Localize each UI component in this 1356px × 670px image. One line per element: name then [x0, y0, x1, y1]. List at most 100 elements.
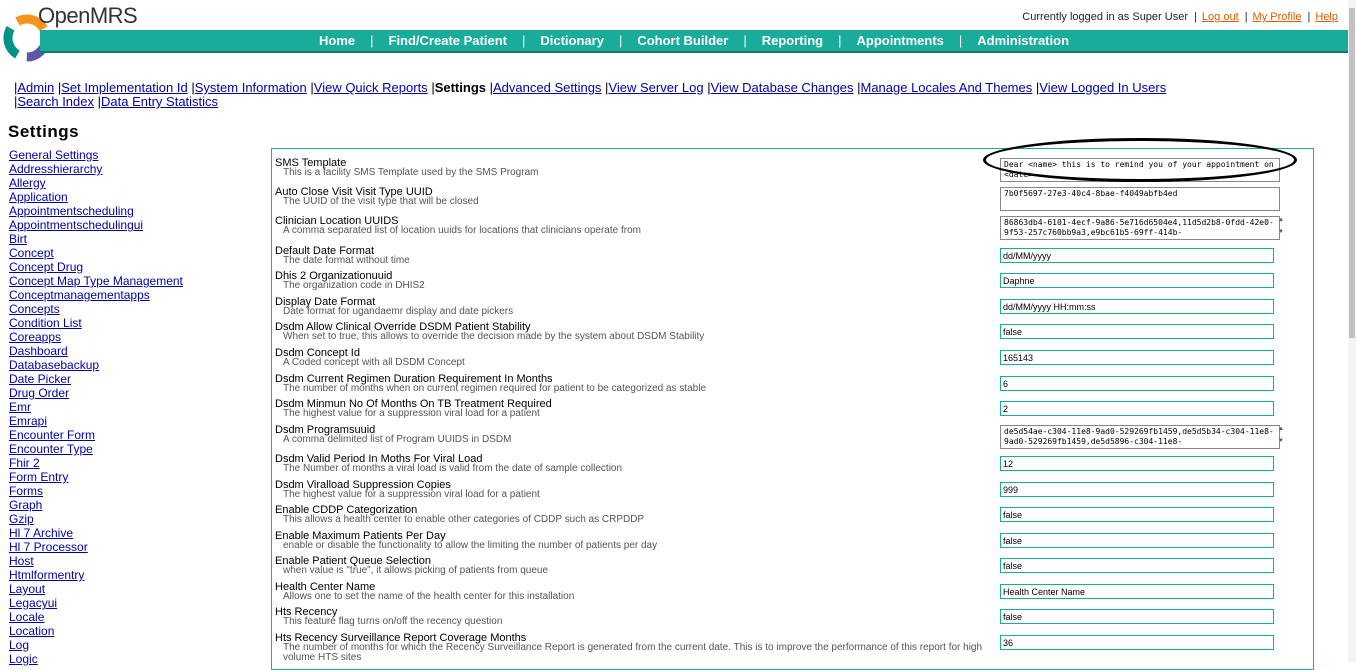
logout-link[interactable]: Log out — [1202, 11, 1239, 23]
admin-link-view-logged-in-users[interactable]: View Logged In Users — [1039, 80, 1166, 95]
setting-value-input[interactable] — [1000, 482, 1274, 497]
sidebar-item-host[interactable]: Host — [9, 554, 249, 568]
admin-link-view-quick-reports[interactable]: View Quick Reports — [314, 80, 428, 95]
sidebar-item-location[interactable]: Location — [9, 624, 249, 638]
sidebar-item-legacyui[interactable]: Legacyui — [9, 596, 249, 610]
sidebar-item-condition-list[interactable]: Condition List — [9, 316, 249, 330]
setting-value-textarea[interactable]: 7b0f5697-27e3-40c4-8bae-f4049abfb4ed — [1000, 187, 1280, 211]
sidebar-item-allergy[interactable]: Allergy — [9, 176, 249, 190]
nav-administration[interactable]: Administration — [962, 33, 1084, 48]
sidebar-item-conceptmanagementapps[interactable]: Conceptmanagementapps — [9, 288, 249, 302]
setting-value-textarea[interactable]: de5d54ae-c304-11e8-9ad0-529269fb1459,de5… — [1000, 425, 1280, 449]
setting-value-input[interactable] — [1000, 533, 1274, 548]
sidebar-item-general-settings[interactable]: General Settings — [9, 148, 249, 162]
setting-description: This allows a health center to enable ot… — [283, 514, 645, 525]
sidebar-item-form-entry[interactable]: Form Entry — [9, 470, 249, 484]
sidebar-item-concept-map-type-management[interactable]: Concept Map Type Management — [9, 274, 249, 288]
setting-row: Display Date Format Date format for ugand… — [272, 296, 1313, 321]
sidebar-item-fhir-2[interactable]: Fhir 2 — [9, 456, 249, 470]
setting-description: The Number of months a viral load is val… — [283, 463, 623, 474]
setting-row: Clinician Location UUIDS A comma separate… — [272, 215, 1313, 245]
admin-link-view-server-log[interactable]: View Server Log — [608, 80, 703, 95]
setting-value-input[interactable] — [1000, 324, 1274, 339]
admin-link-set-implementation-id[interactable]: Set Implementation Id — [61, 80, 187, 95]
scrollbar-thumb[interactable] — [1349, 8, 1355, 338]
admin-link-data-entry-statistics[interactable]: Data Entry Statistics — [101, 94, 218, 109]
setting-description: Date format for ugandaemr display and da… — [283, 306, 514, 317]
setting-description: A comma delimited list of Program UUIDS … — [283, 434, 512, 445]
setting-value-input[interactable] — [1000, 558, 1274, 573]
setting-description: A comma separated list of location uuids… — [283, 225, 641, 236]
admin-link-manage-locales-and-themes[interactable]: Manage Locales And Themes — [860, 80, 1032, 95]
setting-description: The UUID of the visit type that will be … — [283, 196, 479, 207]
setting-value-input[interactable] — [1000, 273, 1274, 288]
setting-value-input[interactable] — [1000, 350, 1274, 365]
setting-value-input[interactable] — [1000, 401, 1274, 416]
admin-links: |Admin |Set Implementation Id |System In… — [14, 81, 1334, 109]
setting-value-input[interactable] — [1000, 584, 1274, 599]
setting-value-input[interactable] — [1000, 507, 1274, 522]
sidebar-item-appointmentschedulingui[interactable]: Appointmentschedulingui — [9, 218, 249, 232]
setting-value-input[interactable] — [1000, 456, 1274, 471]
nav-appointments[interactable]: Appointments — [842, 33, 959, 48]
sidebar-item-locale[interactable]: Locale — [9, 610, 249, 624]
setting-value-input[interactable] — [1000, 609, 1274, 624]
setting-row: Dsdm Concept Id A Coded concept with all … — [272, 347, 1313, 373]
setting-row: Hts Recency This feature flag turns on/of… — [272, 606, 1313, 632]
sidebar-item-layout[interactable]: Layout — [9, 582, 249, 596]
sidebar-item-graph[interactable]: Graph — [9, 498, 249, 512]
admin-link-admin[interactable]: Admin — [17, 80, 54, 95]
admin-link-view-database-changes[interactable]: View Database Changes — [711, 80, 854, 95]
setting-description: when value is "true", it allows picking … — [283, 565, 549, 576]
sidebar-item-logic[interactable]: Logic — [9, 652, 249, 666]
setting-row: Dsdm Valid Period In Moths For Viral Loa… — [272, 453, 1313, 479]
sidebar-item-emrapi[interactable]: Emrapi — [9, 414, 249, 428]
sidebar-item-forms[interactable]: Forms — [9, 484, 249, 498]
setting-value-input[interactable] — [1000, 299, 1274, 314]
setting-description: This is a facility SMS Template used by … — [283, 167, 539, 178]
nav-home[interactable]: Home — [304, 33, 370, 48]
user-bar-separator: | — [1194, 11, 1197, 23]
setting-row: Enable Patient Queue Selection when value… — [272, 555, 1313, 581]
sidebar-item-coreapps[interactable]: Coreapps — [9, 330, 249, 344]
sidebar-item-log[interactable]: Log — [9, 638, 249, 652]
sidebar-item-birt[interactable]: Birt — [9, 232, 249, 246]
sidebar-item-drug-order[interactable]: Drug Order — [9, 386, 249, 400]
logged-in-text: Currently logged in as Super User — [1022, 11, 1188, 23]
setting-row: Enable CDDP Categorization This allows a … — [272, 504, 1313, 530]
nav-find-create-patient[interactable]: Find/Create Patient — [374, 33, 522, 48]
textarea-scroll-icon[interactable]: ▲ ▼ — [1277, 217, 1285, 235]
sidebar-item-date-picker[interactable]: Date Picker — [9, 372, 249, 386]
admin-link-advanced-settings[interactable]: Advanced Settings — [493, 80, 601, 95]
sidebar-item-concepts[interactable]: Concepts — [9, 302, 249, 316]
textarea-scroll-icon[interactable]: ▲ ▼ — [1277, 426, 1285, 444]
sidebar-item-concept[interactable]: Concept — [9, 246, 249, 260]
sidebar-item-htmlformentry[interactable]: Htmlformentry — [9, 568, 249, 582]
nav-dictionary[interactable]: Dictionary — [525, 33, 619, 48]
nav-cohort-builder[interactable]: Cohort Builder — [622, 33, 743, 48]
sidebar-item-encounter-type[interactable]: Encounter Type — [9, 442, 249, 456]
sidebar-item-hl-7-archive[interactable]: Hl 7 Archive — [9, 526, 249, 540]
sidebar-item-addresshierarchy[interactable]: Addresshierarchy — [9, 162, 249, 176]
setting-value-input[interactable] — [1000, 248, 1274, 263]
nav-reporting[interactable]: Reporting — [747, 33, 838, 48]
sidebar-item-hl-7-processor[interactable]: Hl 7 Processor — [9, 540, 249, 554]
sidebar-item-appointmentscheduling[interactable]: Appointmentscheduling — [9, 204, 249, 218]
admin-link-search-index[interactable]: Search Index — [17, 94, 94, 109]
setting-description: The highest value for a suppression vira… — [283, 408, 540, 419]
sidebar-item-emr[interactable]: Emr — [9, 400, 249, 414]
admin-link-system-information[interactable]: System Information — [195, 80, 307, 95]
sidebar-item-databasebackup[interactable]: Databasebackup — [9, 358, 249, 372]
setting-value-input[interactable] — [1000, 635, 1274, 650]
sidebar-item-encounter-form[interactable]: Encounter Form — [9, 428, 249, 442]
setting-row: Health Center Name Allows one to set the … — [272, 581, 1313, 606]
setting-value-input[interactable] — [1000, 376, 1274, 391]
my-profile-link[interactable]: My Profile — [1253, 11, 1302, 23]
sidebar-item-application[interactable]: Application — [9, 190, 249, 204]
help-link[interactable]: Help — [1315, 11, 1338, 23]
setting-value-textarea[interactable]: 86863db4-6101-4ecf-9a86-5e716d6504e4,11d… — [1000, 216, 1280, 240]
sidebar-item-concept-drug[interactable]: Concept Drug — [9, 260, 249, 274]
page-scrollbar[interactable] — [1348, 0, 1356, 662]
sidebar-item-dashboard[interactable]: Dashboard — [9, 344, 249, 358]
sidebar-item-gzip[interactable]: Gzip — [9, 512, 249, 526]
